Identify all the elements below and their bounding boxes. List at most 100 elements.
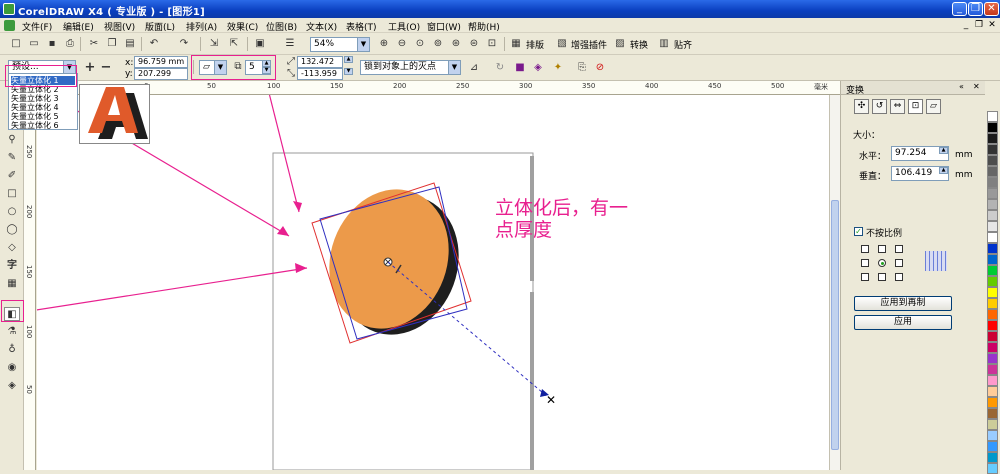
restore-button[interactable]: ❐ <box>968 2 983 16</box>
outline-tool-icon[interactable]: ♁ <box>4 343 20 357</box>
palette-swatch[interactable] <box>987 353 998 364</box>
options-icon[interactable]: ☰ <box>282 36 298 52</box>
palette-swatch[interactable] <box>987 419 998 430</box>
zoom-page-icon[interactable]: ⊛ <box>448 36 464 52</box>
table-tool-icon[interactable]: ▦ <box>4 277 20 291</box>
new-icon[interactable]: □ <box>8 36 24 52</box>
rotate-tab-icon[interactable]: ↺ <box>872 99 887 114</box>
align-label[interactable]: 贴齐 <box>674 38 692 51</box>
palette-swatch[interactable] <box>987 375 998 386</box>
anchor-bl[interactable] <box>861 273 869 281</box>
save-icon[interactable]: ▪ <box>44 36 60 52</box>
vp-y-field[interactable]: -113.959 mm <box>297 68 343 88</box>
scroll-thumb[interactable] <box>831 200 839 450</box>
palette-swatch[interactable] <box>987 122 998 133</box>
zoom-selected-icon[interactable]: ⊙ <box>412 36 428 52</box>
cut-icon[interactable]: ✂ <box>86 36 102 52</box>
y-field[interactable]: 207.299 mm <box>134 68 188 88</box>
palette-swatch[interactable] <box>987 441 998 452</box>
palette-swatch[interactable] <box>987 408 998 419</box>
convert-icon[interactable]: ▨ <box>612 36 628 52</box>
palette-swatch[interactable] <box>987 166 998 177</box>
plugin-label[interactable]: 增强插件 <box>571 38 607 51</box>
zoom-width-icon[interactable]: ⊜ <box>466 36 482 52</box>
vanishing-point-lock-combo[interactable]: 锁到对象上的灭点 ▼ <box>360 60 461 75</box>
print-icon[interactable]: ⎙ <box>62 36 78 52</box>
palette-swatch[interactable] <box>987 430 998 441</box>
rectangle-tool-icon[interactable]: □ <box>4 187 20 201</box>
import-icon[interactable]: ⇲ <box>206 36 222 52</box>
palette-swatch[interactable] <box>987 386 998 397</box>
anchor-bc[interactable] <box>878 273 886 281</box>
skew-tab-icon[interactable]: ▱ <box>926 99 941 114</box>
menu-arrange[interactable]: 排列(A) <box>186 20 217 33</box>
scale-tab-icon[interactable]: ⇔ <box>890 99 905 114</box>
apply-button[interactable]: 应用 <box>854 315 952 330</box>
drawing-canvas[interactable]: ✕ <box>37 95 829 470</box>
preset-option-6[interactable]: 矢量立体化 6 <box>11 121 75 130</box>
remove-preset-icon[interactable]: − <box>98 60 114 76</box>
anchor-mr[interactable] <box>895 259 903 267</box>
bevel-icon[interactable]: ◈ <box>530 60 546 76</box>
clear-extrude-icon[interactable]: ⊘ <box>592 60 608 76</box>
palette-swatch[interactable] <box>987 111 998 122</box>
palette-swatch[interactable] <box>987 243 998 254</box>
palette-swatch[interactable] <box>987 342 998 353</box>
rotation-icon[interactable]: ↻ <box>492 60 508 76</box>
paste-icon[interactable]: ▤ <box>122 36 138 52</box>
docker-collapse-icon[interactable]: « <box>959 82 964 91</box>
zoom-all-icon[interactable]: ⊚ <box>430 36 446 52</box>
palette-swatch[interactable] <box>987 254 998 265</box>
export-icon[interactable]: ⇱ <box>226 36 242 52</box>
fill-tool-icon[interactable]: ◉ <box>4 361 20 375</box>
apply-to-duplicate-button[interactable]: 应用到再制 <box>854 296 952 311</box>
zoom-tool-icon[interactable]: ⚲ <box>4 133 20 147</box>
extrude-color-icon[interactable]: ■ <box>512 60 528 76</box>
palette-swatch[interactable] <box>987 364 998 375</box>
minimize-button[interactable]: _ <box>952 2 967 16</box>
palette-swatch[interactable] <box>987 199 998 210</box>
vertical-scrollbar[interactable] <box>829 95 840 470</box>
menu-table[interactable]: 表格(T) <box>346 20 377 33</box>
plugin-icon[interactable]: ▧ <box>554 36 570 52</box>
menu-view[interactable]: 视图(V) <box>104 20 135 33</box>
menu-help[interactable]: 帮助(H) <box>468 20 500 33</box>
palette-swatch[interactable] <box>987 331 998 342</box>
palette-swatch[interactable] <box>987 463 998 474</box>
preset-option-5[interactable]: 矢量立体化 5 <box>11 112 75 121</box>
open-icon[interactable]: ▭ <box>26 36 42 52</box>
eyedropper-tool-icon[interactable]: ⚗ <box>4 325 20 339</box>
interactive-fill-tool-icon[interactable]: ◈ <box>4 379 20 393</box>
vertical-spin[interactable]: ▲ <box>939 167 948 174</box>
polygon-tool-icon[interactable]: ◯ <box>4 223 20 237</box>
preset-option-3[interactable]: 矢量立体化 3 <box>11 94 75 103</box>
convert-label[interactable]: 转换 <box>630 38 648 51</box>
palette-swatch[interactable] <box>987 221 998 232</box>
palette-swatch[interactable] <box>987 276 998 287</box>
doc-minimize-button[interactable]: _ <box>960 20 972 31</box>
palette-swatch[interactable] <box>987 287 998 298</box>
vp-x-field[interactable]: 132.472 mm <box>297 56 343 76</box>
ellipse-tool-icon[interactable]: ○ <box>4 205 20 219</box>
palette-swatch[interactable] <box>987 177 998 188</box>
menu-text[interactable]: 文本(X) <box>306 20 337 33</box>
menu-file[interactable]: 文件(F) <box>22 20 52 33</box>
menu-layout[interactable]: 版面(L) <box>145 20 175 33</box>
menu-bitmaps[interactable]: 位图(B) <box>266 20 297 33</box>
menu-effects[interactable]: 效果(C) <box>227 20 258 33</box>
palette-swatch[interactable] <box>987 210 998 221</box>
palette-swatch[interactable] <box>987 188 998 199</box>
anchor-tc[interactable] <box>878 245 886 253</box>
text-tool-icon[interactable]: 字 <box>4 259 20 273</box>
redo-icon[interactable]: ↷ <box>176 36 192 52</box>
doc-restore-button[interactable]: ❐ <box>973 20 985 31</box>
zoom-out-icon[interactable]: ⊖ <box>394 36 410 52</box>
palette-swatch[interactable] <box>987 298 998 309</box>
basic-shapes-tool-icon[interactable]: ◇ <box>4 241 20 255</box>
vanishing-point-icon[interactable]: ⊿ <box>466 60 482 76</box>
palette-swatch[interactable] <box>987 133 998 144</box>
zoom-height-icon[interactable]: ⊡ <box>484 36 500 52</box>
copy-extrude-icon[interactable]: ⎘ <box>574 60 590 76</box>
x-field[interactable]: 96.759 mm <box>134 56 188 68</box>
zoom-in-icon[interactable]: ⊕ <box>376 36 392 52</box>
